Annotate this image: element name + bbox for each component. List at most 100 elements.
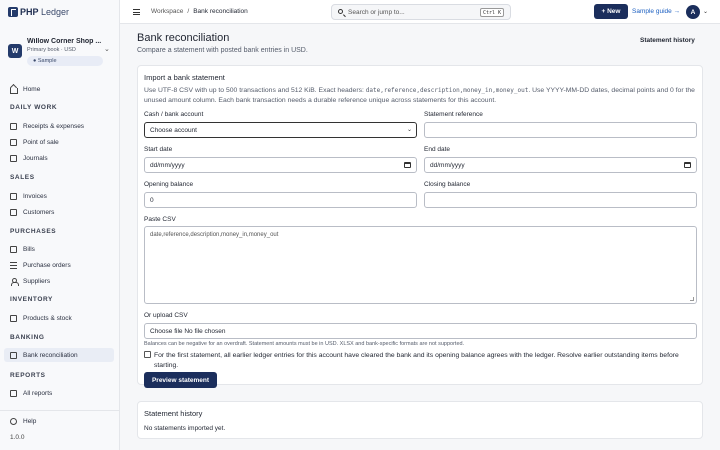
sidebar-item-label: Help (23, 417, 37, 425)
list-icon (10, 261, 17, 269)
opening-cleared-checkbox[interactable] (144, 351, 151, 358)
opening-balance-label: Opening balance (144, 181, 194, 188)
opening-balance-input[interactable]: 0 (144, 192, 417, 208)
menu-icon[interactable] (133, 9, 140, 15)
sidebar-item-label: Home (23, 85, 41, 93)
logo-text-rest: Ledger (38, 7, 70, 17)
sidebar-item-label: Purchase orders (23, 261, 71, 269)
preview-statement-button[interactable]: Preview statement (144, 372, 217, 388)
main-content: Bank reconciliation Compare a statement … (120, 25, 720, 450)
search-icon (338, 9, 343, 14)
sidebar-item-label: Products & stock (23, 314, 72, 322)
user-avatar[interactable]: A (686, 5, 700, 19)
breadcrumb-current: Bank reconciliation (193, 8, 248, 15)
sidebar-item-home[interactable]: Home (4, 82, 114, 96)
paste-csv-label: Paste CSV (144, 216, 176, 223)
closing-balance-label: Closing balance (424, 181, 471, 188)
search-shortcut: Ctrl K (479, 8, 504, 17)
section-banking: BANKING (10, 334, 45, 341)
csv-headers: date,reference,description,money_in,mone… (365, 87, 529, 94)
import-card-title: Import a bank statement (144, 73, 225, 82)
sidebar-item-invoices[interactable]: Invoices (4, 189, 114, 203)
sidebar-item-products[interactable]: Products & stock (4, 311, 114, 325)
sidebar-divider (0, 410, 120, 411)
sidebar-item-bills[interactable]: Bills (4, 242, 114, 256)
import-statement-card: Import a bank statement Use UTF-8 CSV wi… (137, 65, 703, 388)
import-description: Use UTF-8 CSV with up to 500 transaction… (144, 87, 695, 104)
sidebar-item-point-of-sale[interactable]: Point of sale (4, 135, 114, 149)
section-sales: SALES (10, 174, 35, 181)
sidebar: PHP Ledger W Willow Corner Shop ... Prim… (0, 0, 120, 450)
account-select[interactable]: Choose account ⌄ (144, 122, 417, 138)
logo-text-bold: PHP (20, 7, 39, 17)
logo-icon (8, 7, 18, 17)
history-card-title: Statement history (144, 409, 203, 418)
section-purchases: PURCHASES (10, 228, 57, 235)
app-version: 1.0.0 (10, 434, 25, 441)
csv-placeholder: date,reference,description,money_in,mone… (150, 232, 279, 238)
new-button[interactable]: + New (594, 4, 628, 19)
sidebar-item-label: Invoices (23, 192, 47, 200)
breadcrumb-workspace[interactable]: Workspace (151, 8, 183, 15)
sidebar-item-label: Receipts & expenses (23, 122, 85, 130)
sample-guide-link[interactable]: Sample guide → (632, 8, 680, 15)
sidebar-item-bank-reconciliation[interactable]: Bank reconciliation (4, 348, 114, 362)
help-icon (10, 417, 17, 425)
receipt-icon (10, 122, 17, 130)
end-date-input[interactable]: dd/mm/yyyy (424, 157, 697, 173)
resize-handle-icon[interactable] (690, 297, 694, 301)
topbar: Workspace / Bank reconciliation Search o… (120, 0, 720, 24)
chevron-down-icon[interactable]: ⌄ (703, 8, 708, 15)
bill-icon (10, 245, 17, 253)
page-title: Bank reconciliation (137, 32, 230, 44)
invoice-icon (10, 192, 17, 200)
sidebar-item-label: Suppliers (23, 277, 51, 285)
org-avatar: W (8, 44, 22, 58)
sidebar-item-label: Bank reconciliation (23, 351, 78, 359)
reference-input[interactable] (424, 122, 697, 138)
statement-history-link[interactable]: Statement history (640, 37, 695, 44)
section-reports: REPORTS (10, 372, 46, 379)
page-subtitle: Compare a statement with posted bank ent… (137, 47, 308, 54)
org-subtitle: Primary book · USD (27, 47, 76, 53)
sidebar-item-label: All reports (23, 389, 53, 397)
section-inventory: INVENTORY (10, 296, 53, 303)
box-icon (10, 314, 17, 322)
paste-csv-textarea[interactable]: date,reference,description,money_in,mone… (144, 226, 697, 304)
sidebar-item-label: Journals (23, 154, 48, 162)
account-label: Cash / bank account (144, 111, 204, 118)
history-empty-text: No statements imported yet. (144, 425, 226, 432)
start-date-label: Start date (144, 146, 173, 153)
sidebar-item-label: Point of sale (23, 138, 59, 146)
breadcrumb-separator: / (187, 8, 190, 15)
app-logo[interactable]: PHP Ledger (8, 7, 69, 17)
org-name: Willow Corner Shop ... (27, 38, 102, 45)
calendar-icon[interactable] (684, 162, 691, 168)
statement-history-card: Statement history No statements imported… (137, 401, 703, 439)
supplier-icon (10, 277, 19, 286)
start-date-input[interactable]: dd/mm/yyyy (144, 157, 417, 173)
upload-csv-input[interactable]: Choose file No file chosen (144, 323, 697, 339)
calendar-icon[interactable] (404, 162, 411, 168)
sidebar-item-customers[interactable]: Customers (4, 205, 114, 219)
sidebar-item-suppliers[interactable]: Suppliers (4, 274, 114, 288)
search-input[interactable]: Search or jump to... Ctrl K (331, 4, 511, 20)
breadcrumb: Workspace / Bank reconciliation (151, 8, 248, 15)
chevron-down-icon: ⌄ (406, 127, 412, 133)
upload-csv-label: Or upload CSV (144, 312, 188, 319)
sidebar-item-help[interactable]: Help (4, 414, 114, 428)
bank-icon (10, 351, 17, 359)
sidebar-item-receipts[interactable]: Receipts & expenses (4, 119, 114, 133)
opening-cleared-label[interactable]: For the first statement, all earlier led… (154, 351, 694, 371)
reference-label: Statement reference (424, 111, 483, 118)
register-icon (10, 138, 17, 146)
sidebar-item-journals[interactable]: Journals (4, 151, 114, 165)
reports-icon (10, 389, 17, 397)
customers-icon (10, 208, 17, 216)
closing-balance-input[interactable] (424, 192, 697, 208)
org-switcher[interactable]: W Willow Corner Shop ... Primary book · … (6, 36, 114, 66)
balances-help-text: Balances can be negative for an overdraf… (144, 341, 465, 347)
journal-icon (10, 154, 17, 162)
sidebar-item-all-reports[interactable]: All reports (4, 386, 114, 400)
sidebar-item-purchase-orders[interactable]: Purchase orders (4, 258, 114, 272)
